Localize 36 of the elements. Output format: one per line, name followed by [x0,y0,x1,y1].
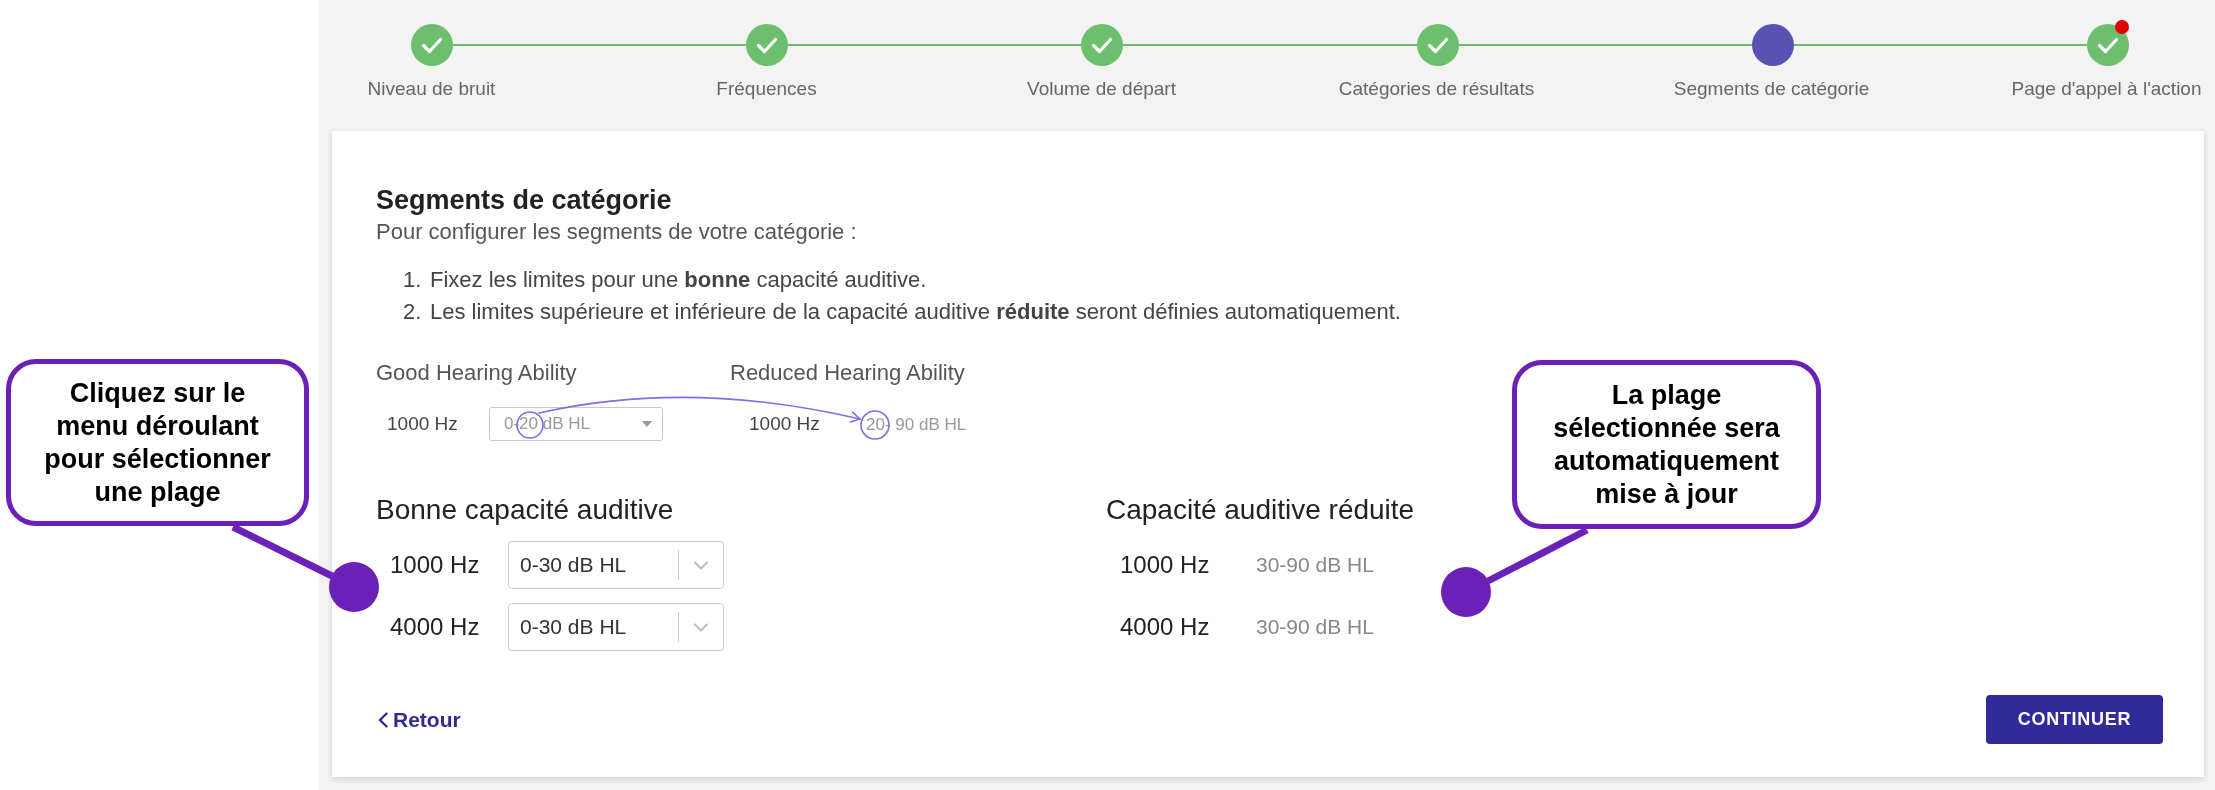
step-label: Fréquences [716,77,817,101]
range-dropdown[interactable]: 0-30 dB HL [508,603,724,651]
intro-text: Pour configurer les segments de votre catégorie : [376,218,857,246]
chevron-down-icon [694,560,708,570]
marker-dot-icon [1441,567,1491,617]
frequency-label: 1000 Hz [749,412,820,434]
column-heading: Reduced Hearing Ability [730,359,965,387]
column-heading: Bonne capacité auditive [376,494,674,526]
continue-button[interactable]: CONTINUER [1986,695,2163,744]
step-label: Catégories de résultats [1338,77,1535,101]
callout-bubble: Cliquez sur le menu déroulant pour sélectionner une plage [6,359,309,526]
frequency-label: 4000 Hz [390,613,480,640]
list-number: 2. [403,297,423,326]
list-number: 1. [403,265,423,294]
step-label: Page d'appel à l'action [2011,77,2202,101]
column-heading: Good Hearing Ability [376,359,577,387]
range-value: 30-90 dB HL [1256,552,1374,579]
instruction-text: Fixez les limites pour une bonne capacité auditive. [430,265,927,294]
caret-down-icon [642,421,652,427]
marker-dot-icon [329,562,379,612]
back-link[interactable]: Retour [376,703,461,736]
frequency-label: 4000 Hz [1120,613,1210,640]
callout-bubble: La plage sélectionnée sera automatiquement mise à jour [1512,360,1821,529]
instruction-text: Les limites supérieure et inférieure de la capacité auditive réduite seront définies automatiquement. [430,297,1401,326]
step-label: Niveau de bruit [367,77,496,101]
chevron-left-icon [378,711,388,728]
section-heading: Segments de catégorie [376,184,672,216]
column-heading: Capacité auditive réduite [1106,494,1415,526]
frequency-label: 1000 Hz [390,551,480,578]
range-dropdown[interactable]: 0-30 dB HL [508,541,724,589]
range-value: 30-90 dB HL [1256,614,1374,641]
chevron-down-icon [694,622,708,632]
step-label: Volume de départ [1027,77,1176,101]
step-label: Segments de catégorie [1673,77,1870,101]
frequency-label: 1000 Hz [387,412,458,434]
frequency-label: 1000 Hz [1120,551,1210,578]
